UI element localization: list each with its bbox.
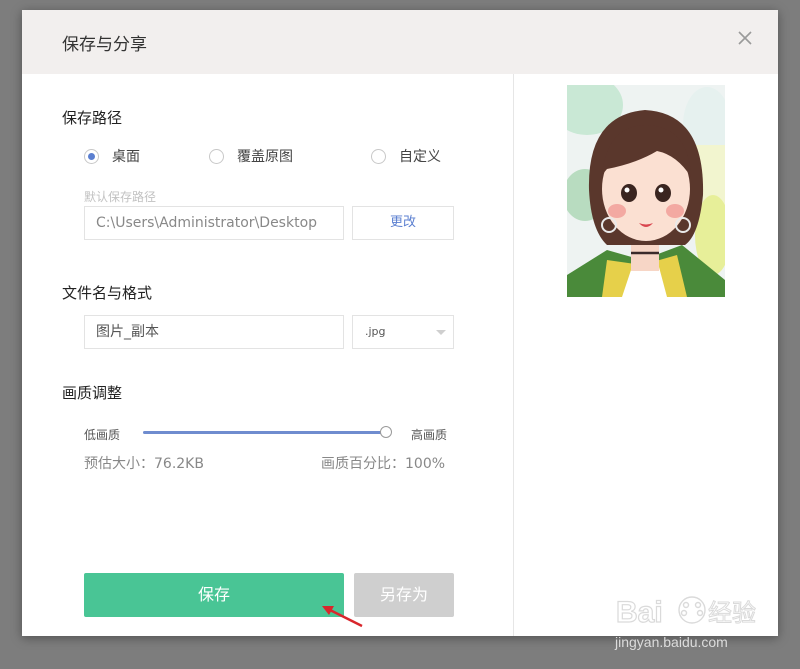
watermark-brand-suffix: 经验 xyxy=(708,599,756,627)
radio-unchecked-icon xyxy=(209,148,224,164)
filename-format-label: 文件名与格式 xyxy=(62,284,153,302)
save-share-dialog: 保存与分享 保存路径 桌面 覆盖原图 自定义 默认保存路径 C:\Users\A… xyxy=(22,10,778,636)
save-as-button[interactable]: 另存为 xyxy=(354,573,454,617)
radio-custom[interactable]: 自定义 xyxy=(371,146,441,166)
quality-slider-thumb[interactable] xyxy=(380,426,392,438)
high-quality-label: 高画质 xyxy=(411,428,448,442)
chevron-down-icon xyxy=(436,330,446,335)
filename-input[interactable]: 图片_副本 xyxy=(84,315,344,349)
low-quality-label: 低画质 xyxy=(84,428,121,442)
quality-percent: 画质百分比：100% xyxy=(321,456,446,472)
quality-slider-track[interactable] xyxy=(143,431,387,434)
dialog-header: 保存与分享 xyxy=(22,10,778,74)
radio-checked-icon xyxy=(84,148,99,164)
change-path-button[interactable]: 更改 xyxy=(352,206,454,240)
watermark-url: jingyan.baidu.com xyxy=(615,634,728,650)
radio-desktop[interactable]: 桌面 xyxy=(84,146,140,166)
baidu-watermark-icon: Bai 经验 xyxy=(615,595,756,629)
save-path-label: 保存路径 xyxy=(62,109,123,127)
quality-label: 画质调整 xyxy=(62,384,123,402)
image-preview xyxy=(567,85,725,297)
size-estimate: 预估大小：76.2KB xyxy=(84,456,204,472)
radio-overwrite-label: 覆盖原图 xyxy=(237,149,293,165)
save-button[interactable]: 保存 xyxy=(84,573,344,617)
annotation-arrow-icon xyxy=(322,606,363,628)
save-path-field[interactable]: C:\Users\Administrator\Desktop xyxy=(84,206,344,240)
close-icon[interactable] xyxy=(736,29,754,47)
default-path-hint: 默认保存路径 xyxy=(84,190,157,204)
radio-custom-label: 自定义 xyxy=(399,149,441,165)
format-select[interactable]: .jpg xyxy=(352,315,454,349)
radio-unchecked-icon xyxy=(371,148,386,164)
radio-desktop-label: 桌面 xyxy=(112,149,140,165)
format-select-value: .jpg xyxy=(365,325,386,338)
dialog-title: 保存与分享 xyxy=(62,35,147,55)
watermark-brand: Bai xyxy=(616,596,663,629)
panel-divider xyxy=(513,74,514,636)
radio-overwrite[interactable]: 覆盖原图 xyxy=(209,146,293,166)
